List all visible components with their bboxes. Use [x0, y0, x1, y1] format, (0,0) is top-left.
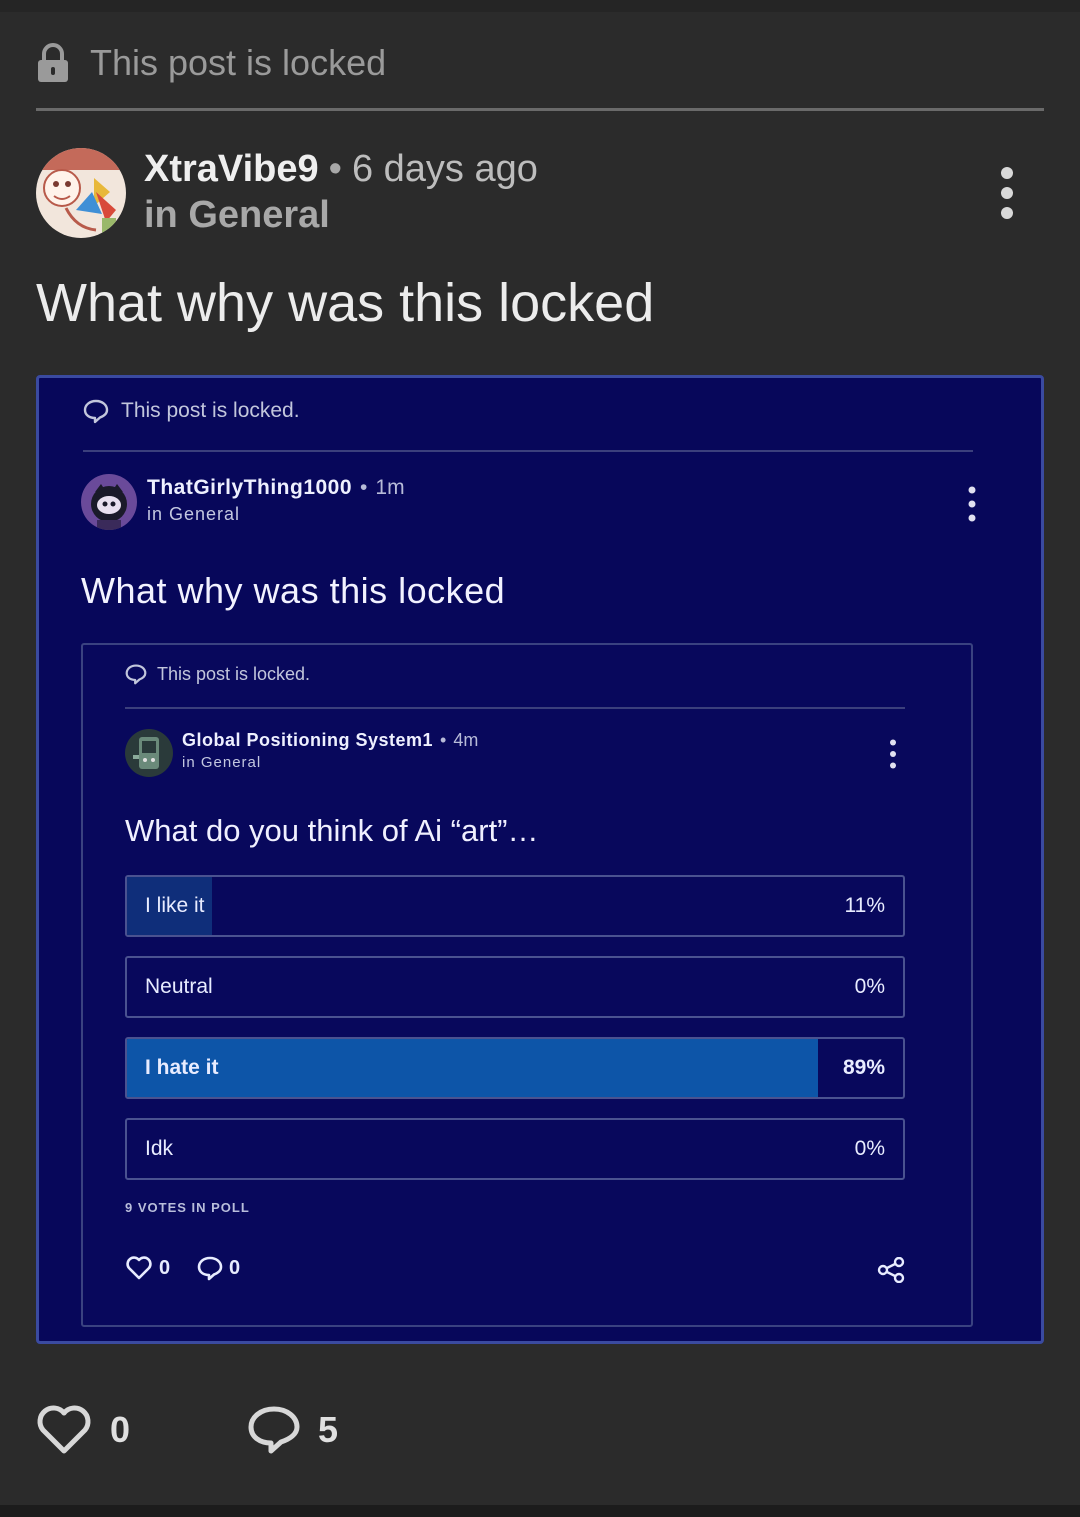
avatar-image — [125, 729, 173, 777]
lock-icon — [38, 43, 68, 82]
poll-option-percent: 11% — [844, 894, 885, 917]
avatar-image — [81, 474, 137, 530]
poll-option-percent: 0% — [854, 975, 885, 998]
meta-separator: • — [328, 148, 342, 190]
heart-icon — [126, 1256, 152, 1280]
inner-author-name: Global Positioning System1 — [182, 730, 434, 750]
comment-button[interactable]: 5 — [248, 1404, 338, 1456]
comment-icon — [83, 399, 109, 424]
like-count: 0 — [110, 1409, 131, 1450]
embed-post-meta: ThatGirlyThing1000 • 1m in General — [147, 476, 405, 525]
poll-option-label: I like it — [145, 894, 205, 917]
avatar[interactable] — [36, 148, 126, 238]
post-title: What why was this locked — [36, 273, 655, 333]
inner-locked-notice: This post is locked. — [125, 663, 310, 685]
locked-notice-text: This post is locked — [90, 42, 387, 83]
inner-post-header: Global Positioning System1 • 4m in General — [125, 727, 905, 779]
post-header: XtraVibe9 • 6 days ago in General — [36, 146, 1044, 242]
heart-icon — [37, 1405, 91, 1454]
divider — [36, 108, 1044, 111]
avatar — [81, 474, 137, 530]
poll-option-percent: 0% — [854, 1137, 885, 1160]
divider — [125, 707, 905, 709]
embed-locked-text: This post is locked. — [121, 399, 300, 422]
inner-post-title: What do you think of Ai “art”… — [125, 813, 539, 848]
poll-option: I hate it 89% — [125, 1037, 905, 1099]
embed-post-title: What why was this locked — [81, 570, 506, 611]
more-options-icon — [968, 486, 976, 522]
comment-count: 5 — [318, 1409, 339, 1450]
inner-post-category: in General — [182, 754, 262, 771]
inner-post-meta: Global Positioning System1 • 4m in General — [182, 730, 478, 771]
avatar-image — [36, 148, 126, 238]
inner-like-count: 0 — [159, 1256, 171, 1279]
embed-post-time: 1m — [375, 476, 405, 499]
inner-like: 0 — [125, 1255, 170, 1281]
share-icon — [877, 1257, 905, 1283]
more-options-icon — [890, 739, 896, 769]
poll-option: Neutral 0% — [125, 956, 905, 1018]
comment-icon — [248, 1406, 300, 1454]
embed-author-name: ThatGirlyThing1000 — [147, 476, 353, 499]
poll: I like it 11% Neutral 0% I hate it 89% Idk 0% — [125, 875, 905, 1199]
meta-separator: • — [440, 730, 447, 750]
nested-screenshot: This post is locked. Global Positioning … — [81, 643, 973, 1327]
meta-separator: • — [360, 476, 368, 499]
locked-notice: This post is locked — [36, 38, 386, 88]
embed-post-header: ThatGirlyThing1000 • 1m in General — [81, 472, 981, 532]
inner-post-time: 4m — [453, 730, 479, 750]
poll-vote-count: 9 VOTES IN POLL — [125, 1200, 250, 1215]
poll-option: Idk 0% — [125, 1118, 905, 1180]
inner-comment: 0 — [197, 1255, 240, 1281]
poll-option-percent: 89% — [842, 1056, 885, 1079]
poll-option-fill — [127, 1039, 818, 1097]
divider — [83, 450, 973, 452]
embed-post-category: in General — [147, 504, 241, 524]
poll-option-label: I hate it — [145, 1056, 219, 1079]
status-bar-strip — [0, 0, 1080, 12]
poll-option-label: Neutral — [145, 975, 213, 998]
post-actions: 0 5 — [36, 1404, 436, 1464]
comment-icon — [125, 664, 147, 685]
embed-locked-notice: This post is locked. — [83, 398, 300, 424]
post-meta: XtraVibe9 • 6 days ago in General — [144, 146, 538, 238]
post-time: 6 days ago — [351, 148, 538, 190]
inner-post-actions: 0 0 — [125, 1255, 905, 1289]
author-name[interactable]: XtraVibe9 — [144, 148, 319, 190]
post-category[interactable]: in General — [144, 192, 538, 238]
poll-option-label: Idk — [145, 1137, 174, 1160]
embedded-screenshot[interactable]: This post is locked. ThatGirlyThing1000 •… — [36, 375, 1044, 1344]
like-button[interactable]: 0 — [36, 1404, 130, 1456]
inner-comment-count: 0 — [229, 1256, 241, 1279]
more-options-icon[interactable] — [1000, 166, 1014, 220]
navigation-bar-strip — [0, 1505, 1080, 1517]
inner-locked-text: This post is locked. — [157, 663, 311, 684]
avatar — [125, 729, 173, 777]
comment-icon — [197, 1256, 223, 1281]
poll-option: I like it 11% — [125, 875, 905, 937]
